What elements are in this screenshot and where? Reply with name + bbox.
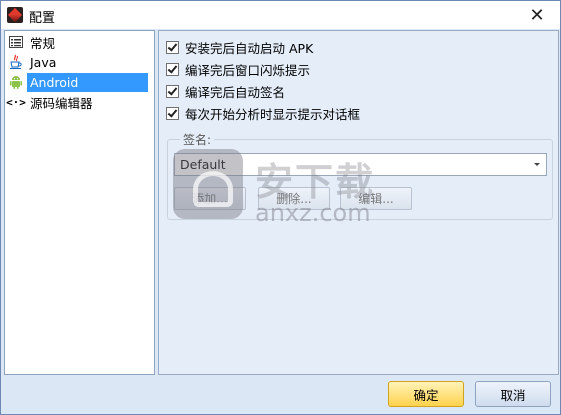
option-show-tip-dialog[interactable]: 每次开始分析时显示提示对话框 <box>166 104 360 122</box>
option-label: 每次开始分析时显示提示对话框 <box>185 106 361 122</box>
tree-item-label: Java <box>30 54 57 70</box>
option-auto-launch-apk[interactable]: 安装完后自动启动 APK <box>166 38 313 56</box>
tree-item-label: 常规 <box>30 35 56 51</box>
dialog-body: 常规 Java Android <·> 源码编辑器 安装完后自动启动 APK 编… <box>1 29 560 414</box>
cancel-button[interactable]: 取消 <box>475 381 551 407</box>
add-signature-button[interactable]: 添加... <box>174 187 246 210</box>
signature-select[interactable]: Default <box>174 153 547 176</box>
list-icon <box>8 34 24 50</box>
option-label: 编译完后自动签名 <box>185 84 286 100</box>
java-cup-icon <box>8 54 24 70</box>
code-brackets-icon: <·> <box>6 95 26 109</box>
option-label: 编译完后窗口闪烁提示 <box>185 62 311 78</box>
checkbox[interactable] <box>166 40 179 54</box>
tree-item-label: Android <box>27 72 149 92</box>
select-value: Default <box>180 157 226 172</box>
option-flash-window[interactable]: 编译完后窗口闪烁提示 <box>166 60 310 78</box>
checkbox[interactable] <box>166 84 179 98</box>
chevron-down-icon <box>534 163 540 166</box>
checkbox[interactable] <box>166 106 179 120</box>
tree-item-android[interactable]: Android <box>5 72 154 92</box>
ok-button[interactable]: 确定 <box>388 381 464 407</box>
option-auto-sign[interactable]: 编译完后自动签名 <box>166 82 285 100</box>
tree-item-general[interactable]: 常规 <box>5 32 154 52</box>
android-settings-panel: 安装完后自动启动 APK 编译完后窗口闪烁提示 编译完后自动签名 每次开始分析时… <box>158 30 559 375</box>
category-tree: 常规 Java Android <·> 源码编辑器 <box>4 30 155 375</box>
app-logo-icon <box>7 7 23 23</box>
tree-item-label: 源码编辑器 <box>30 95 93 111</box>
edit-signature-button[interactable]: 编辑... <box>340 187 412 210</box>
android-icon <box>8 74 24 90</box>
delete-signature-button[interactable]: 删除... <box>258 187 330 210</box>
checkbox[interactable] <box>166 62 179 76</box>
close-button[interactable]: ✕ <box>514 1 560 29</box>
group-title: 签名: <box>180 131 215 148</box>
window-title: 配置 <box>29 11 56 26</box>
tree-item-code-editor[interactable]: <·> 源码编辑器 <box>5 92 154 112</box>
title-bar: 配置 ✕ <box>1 1 560 29</box>
option-label: 安装完后自动启动 APK <box>185 40 314 56</box>
tree-item-java[interactable]: Java <box>5 52 154 72</box>
config-dialog: 配置 ✕ 常规 Java Android <·> 源码编辑器 安装完后自动启动 … <box>0 0 561 415</box>
signature-group: 签名: Default 添加... 删除... 编辑... <box>167 131 553 220</box>
close-icon: ✕ <box>529 4 545 26</box>
